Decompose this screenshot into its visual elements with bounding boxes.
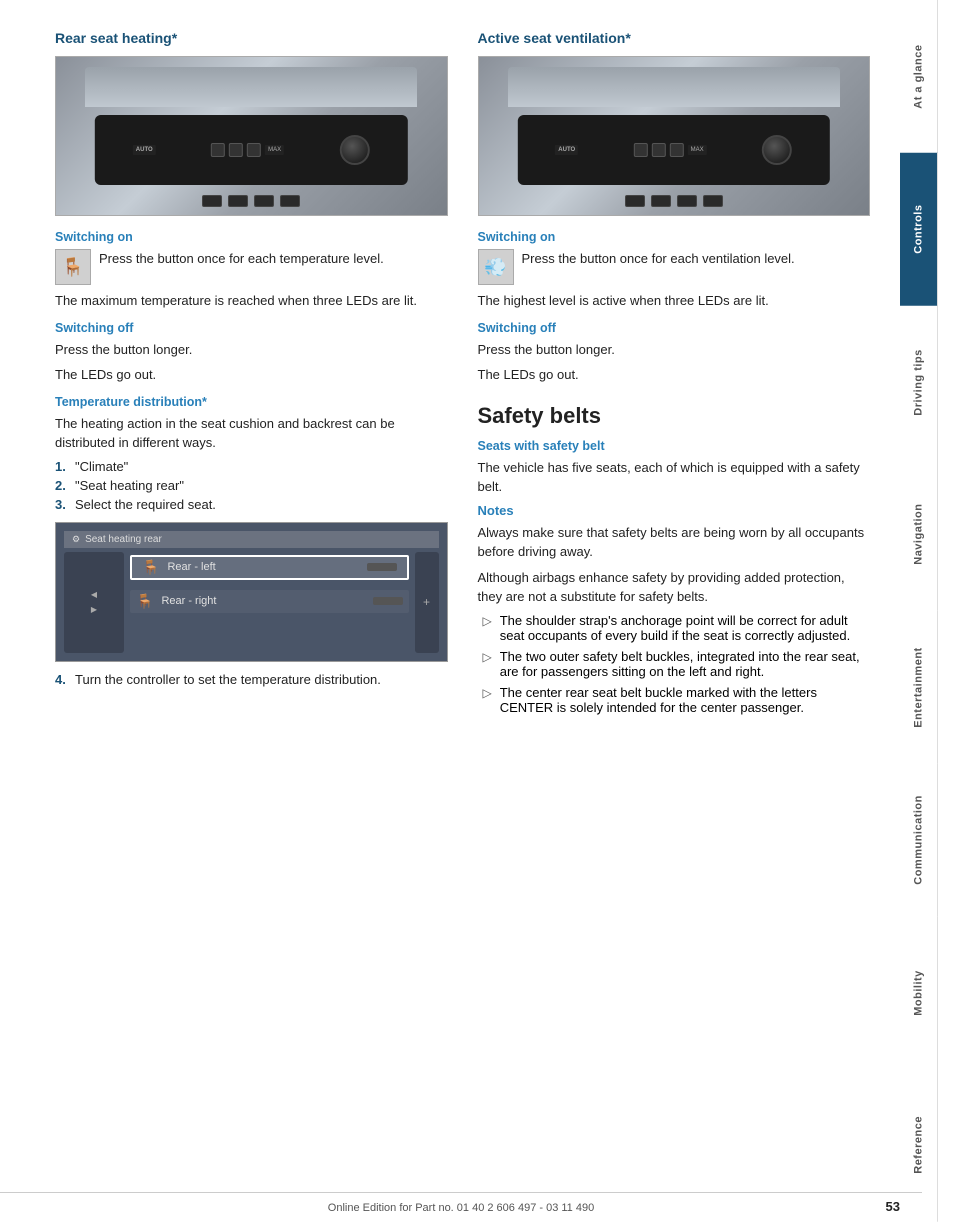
right-switching-off-label: Switching off xyxy=(478,321,871,335)
switching-on-text-right: Press the button once for each ventilati… xyxy=(522,249,795,269)
sidebar-item-entertainment[interactable]: Entertainment xyxy=(900,611,938,764)
switching-off-text2-right: The LEDs go out. xyxy=(478,365,871,385)
screen-row-rear-left: 🪑 Rear - left xyxy=(130,555,409,580)
sidebar-item-mobility[interactable]: Mobility xyxy=(900,917,938,1070)
bullet-item-3: ▷ The center rear seat belt buckle marke… xyxy=(478,685,871,715)
bullet-arrow-2: ▷ xyxy=(483,650,492,664)
page-number: 53 xyxy=(886,1199,900,1214)
list-item-2: 2. "Seat heating rear" xyxy=(55,478,448,493)
right-section-title: Active seat ventilation* xyxy=(478,30,871,46)
rear-seat-heating-image: AUTO MAX xyxy=(55,56,448,216)
sidebar-item-navigation[interactable]: Navigation xyxy=(900,458,938,611)
temp-dist-label: Temperature distribution* xyxy=(55,395,448,409)
left-section-title: Rear seat heating* xyxy=(55,30,448,46)
right-column: Active seat ventilation* AUTO xyxy=(478,30,871,721)
switching-on-block-right: 💨 Press the button once for each ventila… xyxy=(478,249,871,285)
bullet-item-2: ▷ The two outer safety belt buckles, int… xyxy=(478,649,871,679)
seats-text: The vehicle has five seats, each of whic… xyxy=(478,458,871,497)
sidebar: At a glance Controls Driving tips Naviga… xyxy=(900,0,938,1222)
screen-header: ⚙ Seat heating rear xyxy=(64,531,439,548)
sidebar-item-driving-tips[interactable]: Driving tips xyxy=(900,306,938,459)
list-item-4: 4. Turn the controller to set the temper… xyxy=(55,672,448,687)
footer-text: Online Edition for Part no. 01 40 2 606 … xyxy=(328,1202,594,1214)
seat-heat-icon-left: 🪑 xyxy=(55,249,91,285)
notes-text2: Although airbags enhance safety by provi… xyxy=(478,568,871,607)
left-column: Rear seat heating* AUTO xyxy=(55,30,448,721)
seat-vent-icon-right: 💨 xyxy=(478,249,514,285)
notes-text1: Always make sure that safety belts are b… xyxy=(478,523,871,562)
bullet-arrow-3: ▷ xyxy=(483,686,492,700)
list-item-1: 1. "Climate" xyxy=(55,459,448,474)
bullet-arrow-1: ▷ xyxy=(483,614,492,628)
switching-off-text1-right: Press the button longer. xyxy=(478,340,871,360)
switching-off-text1-left: Press the button longer. xyxy=(55,340,448,360)
sidebar-item-communication[interactable]: Communication xyxy=(900,764,938,917)
temp-dist-text: The heating action in the seat cushion a… xyxy=(55,414,448,453)
left-switching-off-label: Switching off xyxy=(55,321,448,335)
seat-heating-screen: ⚙ Seat heating rear ◀ ▶ 🪑 Rea xyxy=(55,522,448,662)
list-item-3: 3. Select the required seat. xyxy=(55,497,448,512)
switching-off-text2-left: The LEDs go out. xyxy=(55,365,448,385)
screen-row-rear-right: 🪑 Rear - right xyxy=(130,590,409,613)
active-seat-ventilation-image: AUTO MAX xyxy=(478,56,871,216)
bullet-item-1: ▷ The shoulder strap's anchorage point w… xyxy=(478,613,871,643)
sidebar-item-reference[interactable]: Reference xyxy=(900,1069,938,1222)
sidebar-item-controls[interactable]: Controls xyxy=(900,153,938,306)
sidebar-item-at-a-glance[interactable]: At a glance xyxy=(900,0,938,153)
switching-on-block-left: 🪑 Press the button once for each tempera… xyxy=(55,249,448,285)
safety-belts-title: Safety belts xyxy=(478,403,871,429)
notes-label: Notes xyxy=(478,503,871,518)
max-temp-text: The maximum temperature is reached when … xyxy=(55,291,448,311)
highest-level-text: The highest level is active when three L… xyxy=(478,291,871,311)
seats-with-safety-belt-subtitle: Seats with safety belt xyxy=(478,439,871,453)
footer-bar: Online Edition for Part no. 01 40 2 606 … xyxy=(0,1192,922,1222)
left-switching-on-label: Switching on xyxy=(55,230,448,244)
switching-on-text-left: Press the button once for each temperatu… xyxy=(99,249,384,269)
right-switching-on-label: Switching on xyxy=(478,230,871,244)
